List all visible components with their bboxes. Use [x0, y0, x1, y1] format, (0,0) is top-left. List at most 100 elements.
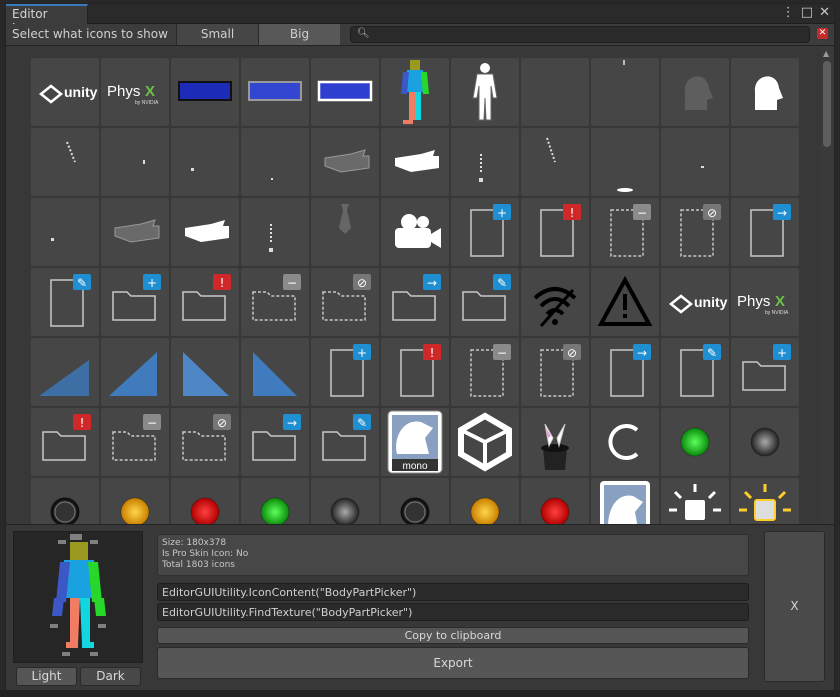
icon-cell-hand-white[interactable] [171, 198, 239, 266]
icon-cell-blank-dot[interactable] [591, 58, 659, 126]
icon-cell-ring-dark[interactable] [31, 478, 99, 524]
find-texture-code-field[interactable]: EditorGUIUtility.FindTexture("BodyPartPi… [157, 603, 749, 621]
doc-edit-icon: ✎ [50, 274, 91, 327]
icon-cell-folder-arrow[interactable]: → [381, 268, 449, 336]
icon-cell-physx-logo[interactable]: Phys Xby NVIDIA [101, 58, 169, 126]
search-input[interactable]: 🔍︎ [350, 26, 810, 43]
icon-cell-led-green[interactable] [241, 478, 309, 524]
icon-cell-physx-logo[interactable]: Phys Xby NVIDIA [731, 268, 799, 336]
icon-cell-hand-gray[interactable] [311, 128, 379, 196]
icon-cell-spinner[interactable] [591, 408, 659, 476]
icon-cell-folder-edit[interactable]: ✎ [451, 268, 519, 336]
close-icon[interactable]: ✕ [819, 5, 830, 20]
icon-cell-doc-ignore-dashed[interactable]: ⊘ [521, 338, 589, 406]
icon-cell-head-gray[interactable] [661, 58, 729, 126]
icon-cell-blank[interactable] [731, 128, 799, 196]
scroll-thumb[interactable] [823, 61, 831, 147]
icon-cell-doc-add[interactable]: + [311, 338, 379, 406]
icon-cell-folder-ignore[interactable]: ⊘ [171, 408, 239, 476]
icon-total: Total 1803 icons [162, 560, 235, 570]
close-details-button[interactable]: X [764, 531, 825, 682]
icon-cell-folder-edit[interactable]: ✎ [311, 408, 379, 476]
icon-cell-doc-edit[interactable]: ✎ [31, 268, 99, 336]
icon-cell-folder-arrow[interactable]: → [241, 408, 309, 476]
icon-cell-hand-white[interactable] [381, 128, 449, 196]
icon-cell-ring-dark[interactable] [381, 478, 449, 524]
icon-cell-blue-bar-dark[interactable] [171, 58, 239, 126]
icon-cell-doc-arrow[interactable]: → [591, 338, 659, 406]
icon-cell-dot-bottom[interactable] [591, 128, 659, 196]
icon-cell-stroke-vert[interactable] [241, 198, 309, 266]
vertical-scrollbar[interactable]: ▲ [821, 47, 834, 524]
icon-content-code-field[interactable]: EditorGUIUtility.IconContent("BodyPartPi… [157, 583, 749, 601]
icon-cell-dot[interactable] [31, 198, 99, 266]
icon-cell-folder-remove[interactable]: − [101, 408, 169, 476]
icon-cell-unity-logo[interactable]: unity [661, 268, 729, 336]
icon-cell-doc-error[interactable]: ! [381, 338, 449, 406]
svg-text:mono: mono [402, 461, 427, 472]
icon-cell-triangle-right[interactable] [241, 338, 309, 406]
clear-icon[interactable]: ✕ [817, 28, 828, 39]
icon-cell-avatar-figure[interactable] [451, 58, 519, 126]
icon-cell-led-red[interactable] [171, 478, 239, 524]
icon-cell-stroke-diag2[interactable] [521, 128, 589, 196]
icon-cell-unity-logo[interactable]: unity [31, 58, 99, 126]
window-tab[interactable]: Editor Icons [6, 4, 88, 35]
icon-cell-folder-add[interactable]: + [731, 338, 799, 406]
icon-cell-blank[interactable] [521, 58, 589, 126]
menu-icon[interactable]: ⋮ [782, 5, 795, 20]
icon-cell-blue-bar-light[interactable] [311, 58, 379, 126]
icon-cell-magic-hat[interactable] [521, 408, 589, 476]
copy-to-clipboard-button[interactable]: Copy to clipboard [157, 627, 749, 644]
icon-cell-doc-remove-dashed[interactable]: − [451, 338, 519, 406]
icon-cell-doc-edit[interactable]: ✎ [661, 338, 729, 406]
dark-theme-button[interactable]: Dark [80, 667, 141, 686]
maximize-icon[interactable]: □ [801, 5, 813, 20]
icon-cell-hand-gray[interactable] [101, 198, 169, 266]
icon-cell-folder-error[interactable]: ! [171, 268, 239, 336]
icon-cell-wifi-off[interactable] [521, 268, 589, 336]
icon-cell-triangle-right-light[interactable] [171, 338, 239, 406]
icon-cell-camera[interactable] [381, 198, 449, 266]
icon-cell-stroke-vert[interactable] [451, 128, 519, 196]
icon-cell-body-part-picker[interactable] [381, 58, 449, 126]
icon-cell-stroke-diag[interactable] [31, 128, 99, 196]
icon-cell-doc-ignore-dashed[interactable]: ⊘ [661, 198, 729, 266]
icon-cell-triangle-left[interactable] [101, 338, 169, 406]
icon-cell-folder-ignore[interactable]: ⊘ [311, 268, 379, 336]
icon-cell-warning-triangle[interactable] [591, 268, 659, 336]
icon-cell-doc-arrow[interactable]: → [731, 198, 799, 266]
icon-cell-light-yellow[interactable] [731, 478, 799, 524]
icon-cell-folder-add[interactable]: + [101, 268, 169, 336]
big-toggle[interactable]: Big [258, 24, 340, 45]
icon-cell-unity-cube[interactable] [451, 408, 519, 476]
icon-cell-light-white[interactable] [661, 478, 729, 524]
icon-cell-tie[interactable] [311, 198, 379, 266]
icon-cell-led-orange[interactable] [101, 478, 169, 524]
icon-cell-doc-remove-dashed[interactable]: − [591, 198, 659, 266]
icon-cell-led-green[interactable] [661, 408, 729, 476]
icon-cell-mono-logo[interactable]: mono [381, 408, 449, 476]
icon-cell-led-gray[interactable] [731, 408, 799, 476]
icon-cell-blue-bar-medium[interactable] [241, 58, 309, 126]
icon-cell-dot-small2[interactable] [661, 128, 729, 196]
icon-cell-folder-remove[interactable]: − [241, 268, 309, 336]
icon-cell-dot[interactable] [171, 128, 239, 196]
icon-cell-unity-icon[interactable] [591, 478, 659, 524]
small-toggle[interactable]: Small [176, 24, 258, 45]
icon-cell-doc-add[interactable]: + [451, 198, 519, 266]
icon-cell-folder-error[interactable]: ! [31, 408, 99, 476]
icon-cell-head-white[interactable] [731, 58, 799, 126]
icon-cell-led-gray[interactable] [311, 478, 379, 524]
scroll-up-icon[interactable]: ▲ [823, 49, 829, 58]
icon-cell-led-red[interactable] [521, 478, 589, 524]
icon-cell-stroke-small[interactable] [101, 128, 169, 196]
light-theme-button[interactable]: Light [16, 667, 77, 686]
icon-cell-led-orange[interactable] [451, 478, 519, 524]
export-button[interactable]: Export [157, 647, 749, 679]
icon-cell-dot-small[interactable] [241, 128, 309, 196]
icon-cell-triangle-left-dark[interactable] [31, 338, 99, 406]
icon-cell-doc-error[interactable]: ! [521, 198, 589, 266]
svg-text:→: → [777, 206, 787, 220]
light-yellow-icon [739, 484, 791, 521]
